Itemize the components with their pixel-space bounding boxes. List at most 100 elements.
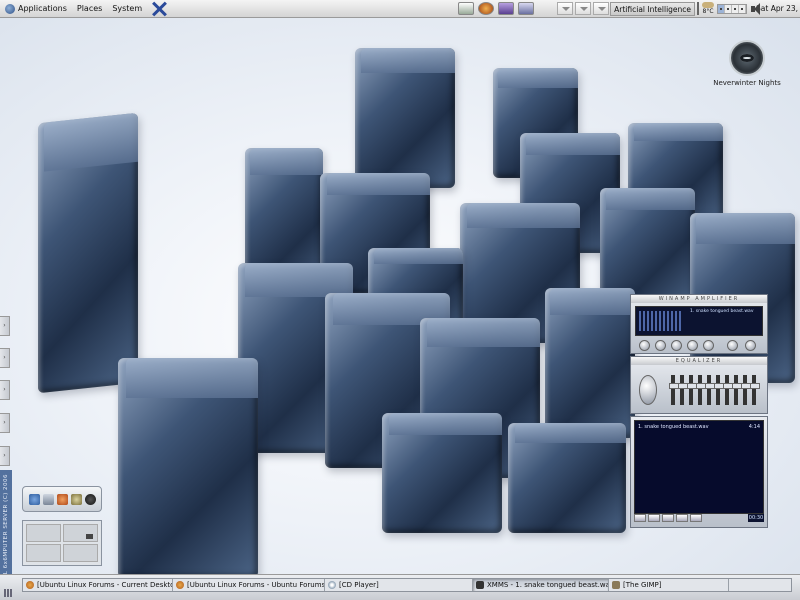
bottom-panel: [Ubuntu Linux Forums - Current Deskto...…: [0, 574, 800, 600]
menu-places[interactable]: Places: [72, 0, 107, 18]
cube: [38, 112, 138, 394]
eq-band-slider[interactable]: [696, 375, 706, 405]
people-icon[interactable]: [70, 493, 82, 505]
folder-launcher-icon[interactable]: [458, 2, 475, 15]
playlist-add-button[interactable]: [634, 514, 646, 522]
pager-cell[interactable]: [26, 524, 61, 542]
xmms-main-title[interactable]: WINAMP AMPLIFIER: [631, 295, 767, 303]
side-drawer-tab[interactable]: ›: [0, 413, 10, 433]
cube: [382, 413, 502, 533]
eq-band-slider[interactable]: [687, 375, 697, 405]
accessibility-icon[interactable]: [28, 493, 40, 505]
menu-system[interactable]: System: [107, 0, 147, 18]
window-selector-label[interactable]: Artificial Intelligence: [610, 1, 696, 16]
workspace-3[interactable]: [732, 4, 740, 13]
window-list-button[interactable]: [575, 2, 592, 15]
side-panel-strip: METAL 6x6MPUTER SERVER (C) 2006: [0, 470, 12, 591]
workspace-4[interactable]: [739, 4, 747, 13]
task-button[interactable]: XMMS - 1. snake tongued beast.wav (4:...: [473, 579, 609, 591]
stop-button[interactable]: [687, 340, 698, 351]
pager-cell[interactable]: [63, 524, 98, 542]
screen-launcher-icon[interactable]: [518, 2, 535, 15]
play-button[interactable]: [655, 340, 666, 351]
song-title-display: 1. snake tongued beast.wav: [690, 309, 754, 314]
eq-band-slider[interactable]: [732, 375, 742, 405]
side-drawer-tab[interactable]: ›: [0, 446, 10, 466]
task-button[interactable]: [CD Player]: [325, 579, 473, 591]
eq-band-slider[interactable]: [741, 375, 751, 405]
xmms-equalizer-window: EQUALIZER: [630, 356, 768, 414]
xmms-player: WINAMP AMPLIFIER 1. snake tongued beast.…: [630, 294, 768, 530]
preamp-knob[interactable]: [639, 375, 657, 405]
side-drawer-tab[interactable]: ›: [0, 380, 10, 400]
desktop-pager[interactable]: [22, 520, 102, 566]
cube: [545, 288, 636, 438]
task-label: [CD Player]: [339, 581, 379, 589]
media-launcher-icon[interactable]: [498, 2, 515, 15]
eye-icon: [729, 40, 765, 76]
eq-band-slider[interactable]: [714, 375, 724, 405]
playlist-body: 1. snake tongued beast.wav 4:14: [634, 420, 764, 514]
window-list-button[interactable]: [557, 2, 574, 15]
playlist-track-title: 1. snake tongued beast.wav: [638, 424, 709, 430]
gimp-icon: [612, 581, 620, 589]
menu-applications[interactable]: Applications: [0, 0, 72, 18]
eq-band-slider[interactable]: [678, 375, 688, 405]
window-list-button[interactable]: [593, 2, 610, 15]
shuffle-button[interactable]: [745, 340, 756, 351]
eject-button[interactable]: [727, 340, 738, 351]
show-desktop-icon[interactable]: [4, 589, 12, 597]
side-drawer-tab[interactable]: ›: [0, 348, 10, 368]
task-label: [Ubuntu Linux Forums - Ubuntu Forums ...: [187, 581, 325, 589]
task-label: [Ubuntu Linux Forums - Current Deskto...: [37, 581, 173, 589]
eq-band-slider[interactable]: [669, 375, 679, 405]
system-monitor-icon: [697, 2, 700, 15]
task-list: [Ubuntu Linux Forums - Current Deskto...…: [22, 578, 792, 592]
task-button[interactable]: [The GIMP]: [609, 579, 729, 591]
play-icon[interactable]: [84, 493, 96, 505]
app-dock: [22, 486, 102, 512]
eq-band-slider[interactable]: [723, 375, 733, 405]
cube: [508, 423, 627, 533]
playlist-remove-button[interactable]: [648, 514, 660, 522]
browser-launcher-icon[interactable]: [478, 2, 495, 15]
eq-band-slider[interactable]: [750, 375, 760, 405]
xmms-display: 1. snake tongued beast.wav: [635, 306, 763, 336]
workspace-2[interactable]: [725, 4, 733, 13]
playlist-select-button[interactable]: [662, 514, 674, 522]
xmms-playlist-window: 1. snake tongued beast.wav 4:14 00:30: [630, 416, 768, 528]
gnome-foot-icon: [5, 3, 15, 14]
cd-icon: [328, 581, 336, 589]
xmms-eq-title[interactable]: EQUALIZER: [631, 357, 767, 365]
firefox-icon: [176, 581, 184, 589]
desktop-icon-neverwinter[interactable]: Neverwinter Nights: [712, 40, 782, 87]
prev-button[interactable]: [639, 340, 650, 351]
side-drawer-tab[interactable]: ›: [0, 316, 10, 336]
xmms-main-window: WINAMP AMPLIFIER 1. snake tongued beast.…: [630, 294, 768, 354]
cube: [118, 358, 258, 578]
music-icon[interactable]: [42, 493, 54, 505]
weather-applet[interactable]: 8°C: [702, 2, 715, 15]
firefox-icon: [26, 581, 34, 589]
user-icon[interactable]: [56, 493, 68, 505]
task-label: XMMS - 1. snake tongued beast.wav (4:...: [487, 581, 608, 589]
visualizer[interactable]: [639, 311, 683, 331]
playlist-misc-button[interactable]: [676, 514, 688, 522]
xmms-icon: [476, 581, 484, 589]
workspace-switcher[interactable]: [717, 3, 748, 14]
pause-button[interactable]: [671, 340, 682, 351]
task-label: [The GIMP]: [623, 581, 662, 589]
clock[interactable]: Sat Apr 23, 17:09: [756, 4, 800, 13]
playlist-footer: 00:30: [634, 514, 764, 524]
task-button[interactable]: [Ubuntu Linux Forums - Current Deskto...: [23, 579, 173, 591]
pager-cell[interactable]: [63, 544, 98, 562]
cube: [355, 48, 455, 188]
task-button[interactable]: [Ubuntu Linux Forums - Ubuntu Forums ...: [173, 579, 325, 591]
pager-cell[interactable]: [26, 544, 61, 562]
workspace-1[interactable]: [718, 4, 726, 13]
eq-band-slider[interactable]: [705, 375, 715, 405]
next-button[interactable]: [703, 340, 714, 351]
playlist-row[interactable]: 1. snake tongued beast.wav 4:14: [638, 424, 760, 430]
playlist-list-button[interactable]: [690, 514, 702, 522]
playlist-track-duration: 4:14: [748, 424, 760, 430]
